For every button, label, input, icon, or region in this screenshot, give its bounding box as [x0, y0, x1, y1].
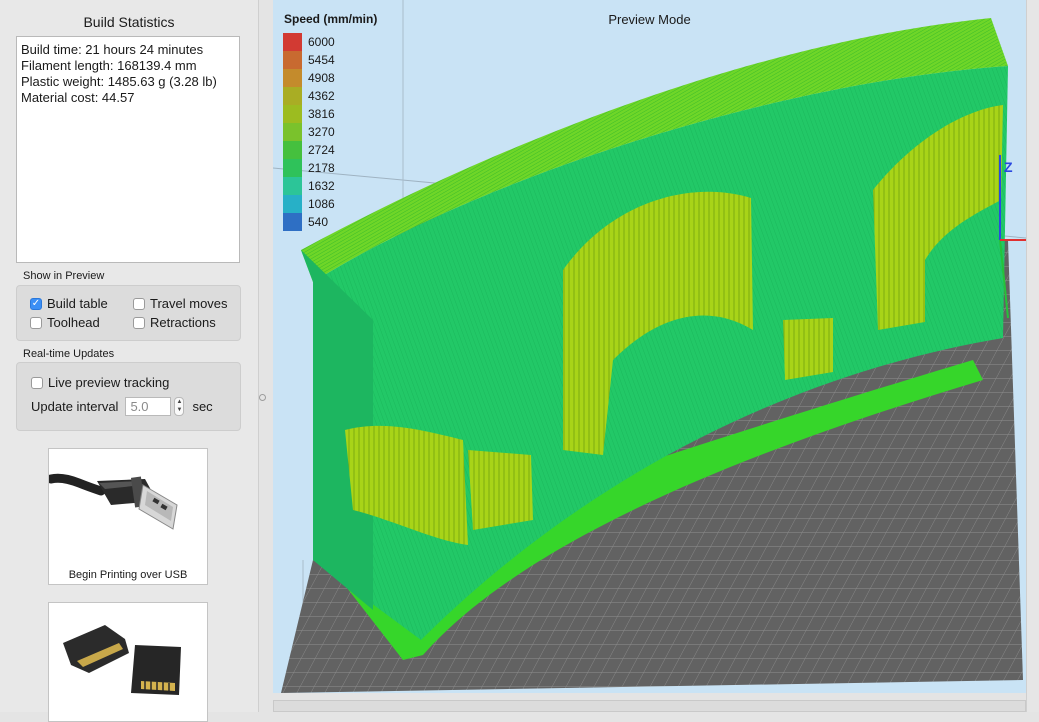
checkbox-box: [31, 376, 43, 389]
speed-legend: 6000 5454 4908 4362 3816 3270 2724 2178 1632 1086…: [283, 33, 335, 231]
legend-swatch: [283, 51, 302, 69]
toolhead-checkbox[interactable]: Toolhead: [30, 315, 100, 330]
checkbox-box: [30, 316, 42, 329]
build-table-checkbox[interactable]: ✓ Build table: [30, 296, 108, 311]
print-over-usb-button[interactable]: Begin Printing over USB: [46, 448, 208, 585]
usb-cable-icon: [46, 473, 178, 530]
legend-row: 4362: [283, 87, 335, 105]
travel-moves-checkbox[interactable]: Travel moves: [133, 296, 228, 311]
legend-value: 2178: [308, 161, 335, 175]
legend-swatch: [283, 159, 302, 177]
legend-value: 3816: [308, 107, 335, 121]
update-interval-row: Update interval ▲ ▼ sec: [31, 397, 213, 416]
checkbox-box: [133, 297, 145, 310]
z-axis-label: Z: [1004, 159, 1013, 175]
legend-row: 2178: [283, 159, 335, 177]
preview-viewport[interactable]: Z Preview Mode Speed (mm/min) 6000 5454 49…: [273, 0, 1026, 693]
realtime-updates-label: Real-time Updates: [23, 348, 115, 360]
legend-value: 540: [308, 215, 329, 229]
build-statistics-box: Build time: 21 hours 24 minutes Filament…: [16, 36, 240, 263]
stat-plastic-weight: Plastic weight: 1485.63 g (3.28 lb): [21, 74, 217, 89]
interval-stepper[interactable]: ▲ ▼: [174, 397, 185, 416]
legend-swatch: [283, 87, 302, 105]
checkmark-icon: ✓: [30, 297, 42, 310]
build-statistics-title: Build Statistics: [83, 14, 175, 30]
legend-row: 2724: [283, 141, 335, 159]
model-preview-canvas: Z: [273, 0, 1026, 693]
stepper-up-icon[interactable]: ▲: [175, 398, 183, 406]
legend-row: 6000: [283, 33, 335, 51]
show-in-preview-label: Show in Preview: [23, 270, 105, 282]
legend-value: 6000: [308, 35, 335, 49]
legend-swatch: [283, 105, 302, 123]
update-interval-unit: sec: [192, 399, 213, 414]
stat-build-time: Build time: 21 hours 24 minutes: [21, 42, 204, 57]
stepper-down-icon[interactable]: ▼: [175, 406, 183, 414]
legend-value: 1632: [308, 179, 335, 193]
toolhead-label: Toolhead: [47, 315, 100, 330]
legend-swatch: [283, 141, 302, 159]
live-preview-tracking-checkbox[interactable]: Live preview tracking: [31, 375, 169, 390]
legend-row: 1632: [283, 177, 335, 195]
speed-legend-title: Speed (mm/min): [284, 12, 378, 26]
update-interval-input[interactable]: [125, 397, 172, 416]
bottom-toolbar: [273, 700, 1026, 712]
right-panel-edge: [1026, 0, 1039, 712]
preview-mode-title: Preview Mode: [608, 12, 691, 27]
build-table-label: Build table: [47, 296, 108, 311]
legend-row: 1086: [283, 195, 335, 213]
legend-value: 4362: [308, 89, 335, 103]
legend-value: 2724: [308, 143, 335, 157]
legend-row: 540: [283, 213, 335, 231]
legend-swatch: [283, 213, 302, 231]
legend-value: 3270: [308, 125, 335, 139]
update-interval-label: Update interval: [31, 399, 119, 414]
legend-swatch: [283, 123, 302, 141]
legend-value: 5454: [308, 53, 335, 67]
legend-row: 5454: [283, 51, 335, 69]
infill-region: [468, 450, 533, 530]
legend-swatch: [283, 195, 302, 213]
stat-material-cost: Material cost: 44.57: [21, 90, 135, 105]
settings-panel: Build Statistics Build time: 21 hours 24…: [0, 0, 259, 722]
print-over-usb-label: Begin Printing over USB: [68, 569, 188, 581]
live-preview-tracking-label: Live preview tracking: [48, 375, 170, 390]
travel-moves-label: Travel moves: [150, 296, 228, 311]
legend-value: 1086: [308, 197, 335, 211]
legend-row: 3270: [283, 123, 335, 141]
legend-swatch: [283, 33, 302, 51]
sd-card-icon: [63, 625, 181, 695]
print-to-sd-card-button[interactable]: [48, 602, 208, 722]
legend-row: 3816: [283, 105, 335, 123]
legend-swatch: [283, 69, 302, 87]
legend-row: 4908: [283, 69, 335, 87]
legend-swatch: [283, 177, 302, 195]
legend-value: 4908: [308, 71, 335, 85]
infill-region: [783, 318, 833, 380]
retractions-label: Retractions: [150, 315, 216, 330]
stat-filament-length: Filament length: 168139.4 mm: [21, 58, 197, 73]
realtime-updates-group: Live preview tracking Update interval ▲ …: [16, 362, 241, 431]
show-in-preview-group: ✓ Build table Travel moves Toolhead Retr…: [16, 285, 241, 341]
retractions-checkbox[interactable]: Retractions: [133, 315, 216, 330]
checkbox-box: [133, 316, 145, 329]
panel-splitter-handle[interactable]: [259, 394, 266, 401]
